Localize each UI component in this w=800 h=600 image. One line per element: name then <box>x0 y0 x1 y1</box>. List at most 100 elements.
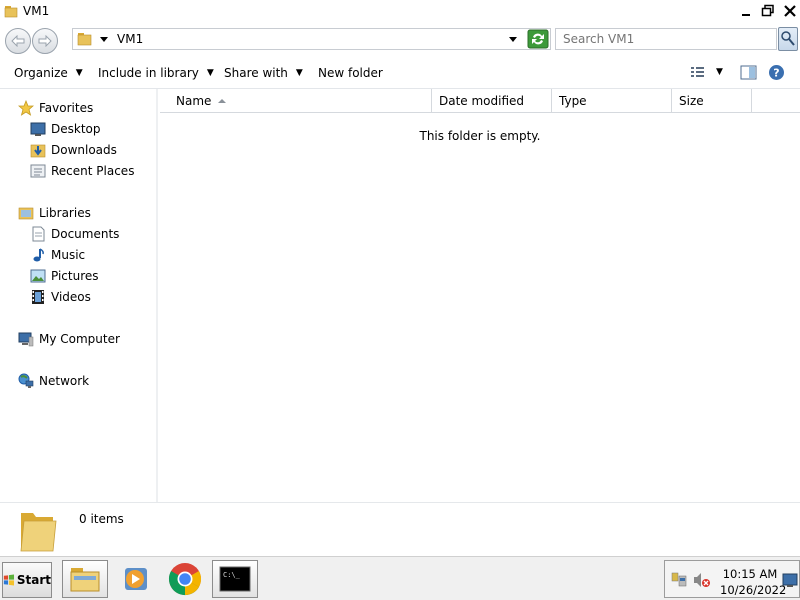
back-arrow-icon <box>11 35 25 47</box>
preview-pane-icon <box>740 65 757 80</box>
file-list[interactable]: Name Date modified Type Size This folder… <box>160 89 800 502</box>
taskbar-console-button[interactable]: C:\_ <box>212 560 258 598</box>
new-folder-label: New folder <box>318 66 383 80</box>
window-title: VM1 <box>23 4 50 18</box>
command-bar: Organize ▼ Include in library ▼ Share wi… <box>0 57 800 89</box>
nav-item-label: My Computer <box>39 332 120 346</box>
column-type[interactable]: Type <box>552 89 672 113</box>
title-bar: VM1 <box>0 0 800 22</box>
folder-icon <box>4 6 18 18</box>
sort-ascending-icon <box>218 99 227 103</box>
taskbar-chrome-button[interactable] <box>162 560 208 598</box>
help-icon: ? <box>769 65 784 80</box>
organize-label: Organize <box>14 66 68 80</box>
nav-item-label: Videos <box>51 290 91 304</box>
network-tray-icon[interactable] <box>671 572 687 588</box>
libraries-icon <box>18 205 34 221</box>
console-prompt: C:\_ <box>223 571 241 579</box>
navigation-pane: Favorites Desktop Downloads Recent Place… <box>0 89 158 502</box>
volume-muted-icon[interactable] <box>693 572 711 588</box>
nav-item-label: Desktop <box>51 122 101 136</box>
breadcrumb[interactable]: VM1 <box>117 32 143 46</box>
media-player-icon <box>125 568 147 590</box>
forward-arrow-icon <box>38 35 52 47</box>
forward-button[interactable] <box>32 28 58 54</box>
restore-button[interactable] <box>757 1 778 20</box>
nav-item-libraries[interactable]: Libraries <box>18 204 91 222</box>
organize-menu[interactable]: Organize ▼ <box>14 66 83 80</box>
details-pane: 0 items <box>0 502 800 556</box>
chevron-down-icon: ▼ <box>716 67 723 77</box>
nav-item-label: Pictures <box>51 269 99 283</box>
minimize-button[interactable] <box>735 1 756 20</box>
column-date-modified[interactable]: Date modified <box>432 89 552 113</box>
new-folder-button[interactable]: New folder <box>318 66 383 80</box>
svg-text:?: ? <box>773 67 779 80</box>
nav-item-my-computer[interactable]: My Computer <box>18 330 120 348</box>
include-in-library-menu[interactable]: Include in library ▼ <box>98 66 214 80</box>
clock[interactable]: 10:15 AM 10/26/2022 <box>720 566 786 598</box>
search-button[interactable] <box>778 27 798 51</box>
clock-time: 10:15 AM <box>722 567 778 581</box>
column-name[interactable]: Name <box>169 89 432 113</box>
change-view-button[interactable]: ▼ <box>690 65 723 79</box>
system-tray: 10:15 AM 10/26/2022 <box>664 560 800 598</box>
nav-item-label: Recent Places <box>51 164 135 178</box>
nav-item-pictures[interactable]: Pictures <box>30 267 99 285</box>
nav-item-label: Favorites <box>39 101 94 115</box>
nav-item-videos[interactable]: Videos <box>30 288 91 306</box>
nav-item-label: Music <box>51 248 86 262</box>
chevron-down-icon: ▼ <box>75 68 83 78</box>
column-date-modified-label: Date modified <box>439 94 525 108</box>
nav-item-recent-places[interactable]: Recent Places <box>30 162 134 180</box>
preview-pane-button[interactable] <box>740 65 757 80</box>
nav-item-documents[interactable]: Documents <box>30 225 119 243</box>
column-header-row: Name Date modified Type Size <box>160 89 800 113</box>
empty-folder-message: This folder is empty. <box>419 129 541 143</box>
taskbar-explorer-button[interactable] <box>62 560 108 598</box>
nav-item-music[interactable]: Music <box>30 246 85 264</box>
pictures-icon <box>30 268 46 284</box>
downloads-icon <box>30 142 46 158</box>
minimize-icon <box>741 13 750 16</box>
share-with-menu[interactable]: Share with ▼ <box>224 66 303 80</box>
column-size[interactable]: Size <box>672 89 752 113</box>
computer-icon <box>18 331 34 347</box>
column-name-label: Name <box>176 94 212 108</box>
windows-flag-icon <box>3 574 15 586</box>
start-button[interactable]: Start <box>2 562 52 598</box>
item-count: 0 items <box>79 512 124 526</box>
search-icon <box>781 31 795 46</box>
back-button[interactable] <box>5 28 31 54</box>
nav-item-label: Network <box>39 374 90 388</box>
include-in-library-label: Include in library <box>98 66 199 80</box>
music-icon <box>30 247 46 263</box>
restore-icon <box>761 4 774 16</box>
help-button[interactable]: ? <box>768 64 785 81</box>
search-box[interactable] <box>555 28 777 50</box>
chevron-down-icon[interactable] <box>99 34 109 44</box>
address-bar[interactable]: VM1 <box>72 28 551 50</box>
show-desktop-icon[interactable] <box>782 573 798 587</box>
folder-icon <box>77 33 92 46</box>
search-input[interactable] <box>563 32 763 46</box>
nav-item-downloads[interactable]: Downloads <box>30 141 117 159</box>
nav-item-desktop[interactable]: Desktop <box>30 120 101 138</box>
share-with-label: Share with <box>224 66 288 80</box>
chrome-icon <box>168 563 202 596</box>
folder-icon <box>20 513 57 552</box>
console-icon: C:\_ <box>219 566 251 592</box>
start-label: Start <box>16 573 51 587</box>
close-icon <box>783 4 796 17</box>
nav-item-network[interactable]: Network <box>18 372 89 390</box>
taskbar-media-player-button[interactable] <box>112 560 158 598</box>
close-button[interactable] <box>779 1 800 20</box>
column-type-label: Type <box>559 94 587 108</box>
refresh-icon[interactable] <box>527 29 549 49</box>
documents-icon <box>30 226 46 242</box>
nav-item-label: Libraries <box>39 206 91 220</box>
address-history-dropdown-icon[interactable] <box>508 34 518 44</box>
nav-item-favorites[interactable]: Favorites <box>18 99 93 117</box>
nav-item-label: Documents <box>51 227 120 241</box>
chevron-down-icon: ▼ <box>295 68 303 78</box>
